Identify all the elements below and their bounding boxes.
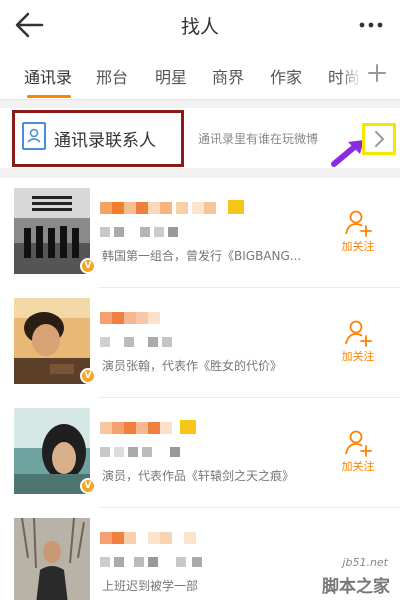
page-title: 找人 xyxy=(180,16,219,38)
follow-button[interactable]: 加关注 xyxy=(336,428,380,480)
watermark-site: jb51.net xyxy=(342,556,388,569)
follow-label: 加关注 xyxy=(341,460,375,473)
watermark-name: 脚本之家 xyxy=(322,577,390,597)
subtitle-pixelated xyxy=(100,557,202,567)
tab-contacts[interactable]: 通讯录 xyxy=(24,64,72,88)
name-pixelated xyxy=(100,532,196,544)
contacts-hint: 通讯录里有谁在玩微博 xyxy=(198,132,319,146)
contacts-arrow-button[interactable] xyxy=(362,123,396,155)
title-bar: 找人 xyxy=(0,0,400,50)
user-description: 上班迟到被学一部 xyxy=(102,579,199,593)
add-follow-icon xyxy=(345,320,372,347)
active-tab-indicator xyxy=(27,95,71,98)
contacts-book-icon xyxy=(22,122,46,150)
add-follow-icon xyxy=(345,210,372,237)
more-dots-icon xyxy=(359,22,383,28)
tab-xingtai[interactable]: 邢台 xyxy=(96,64,128,88)
tab-writers[interactable]: 作家 xyxy=(270,64,302,88)
tab-stars[interactable]: 明星 xyxy=(155,64,187,88)
list-item[interactable]: V 演员，代表作品《轩辕剑之天之痕》 加关注 xyxy=(0,398,400,508)
user-description: 韩国第一组合，曾发行《BIGBANG... xyxy=(102,249,302,263)
follow-button[interactable]: 加关注 xyxy=(336,318,380,370)
name-pixelated xyxy=(100,200,244,214)
list-item[interactable]: V 演员张翰，代表作《胜女的代价》 加关注 xyxy=(0,288,400,398)
tab-business[interactable]: 商界 xyxy=(212,64,244,88)
subtitle-pixelated xyxy=(100,227,178,237)
subtitle-pixelated xyxy=(100,337,172,347)
name-pixelated xyxy=(100,312,160,324)
name-pixelated xyxy=(100,420,196,434)
add-follow-icon xyxy=(345,430,372,457)
user-list: V 韩国第一组合，曾发行《BIGBANG... 加关注 V 演员张翰，代表作《胜… xyxy=(0,178,400,600)
follow-label: 加关注 xyxy=(341,350,375,363)
follow-label: 加关注 xyxy=(341,240,375,253)
contacts-label: 通讯录联系人 xyxy=(54,131,156,151)
avatar xyxy=(14,188,90,274)
list-item[interactable]: V 韩国第一组合，曾发行《BIGBANG... 加关注 xyxy=(0,178,400,288)
category-tabs: 通讯录 邢台 明星 商界 作家 时尚 xyxy=(0,50,400,100)
user-description: 演员，代表作品《轩辕剑之天之痕》 xyxy=(102,469,295,483)
avatar xyxy=(14,298,90,384)
contacts-entry[interactable]: 通讯录联系人 通讯录里有谁在玩微博 xyxy=(0,108,400,168)
follow-button[interactable]: 加关注 xyxy=(336,208,380,260)
subtitle-pixelated xyxy=(100,447,180,457)
add-tab-button[interactable] xyxy=(366,62,388,84)
verified-badge-icon: V xyxy=(80,478,96,494)
user-description: 演员张翰，代表作《胜女的代价》 xyxy=(102,359,283,373)
plus-icon xyxy=(368,64,386,82)
avatar xyxy=(14,408,90,494)
chevron-right-icon xyxy=(375,131,385,147)
avatar xyxy=(14,518,90,600)
more-button[interactable] xyxy=(356,10,386,40)
verified-badge-icon: V xyxy=(80,368,96,384)
tabs-fade xyxy=(340,50,362,99)
verified-badge-icon: V xyxy=(80,258,96,274)
back-arrow-icon xyxy=(15,12,44,38)
back-button[interactable] xyxy=(12,10,48,40)
